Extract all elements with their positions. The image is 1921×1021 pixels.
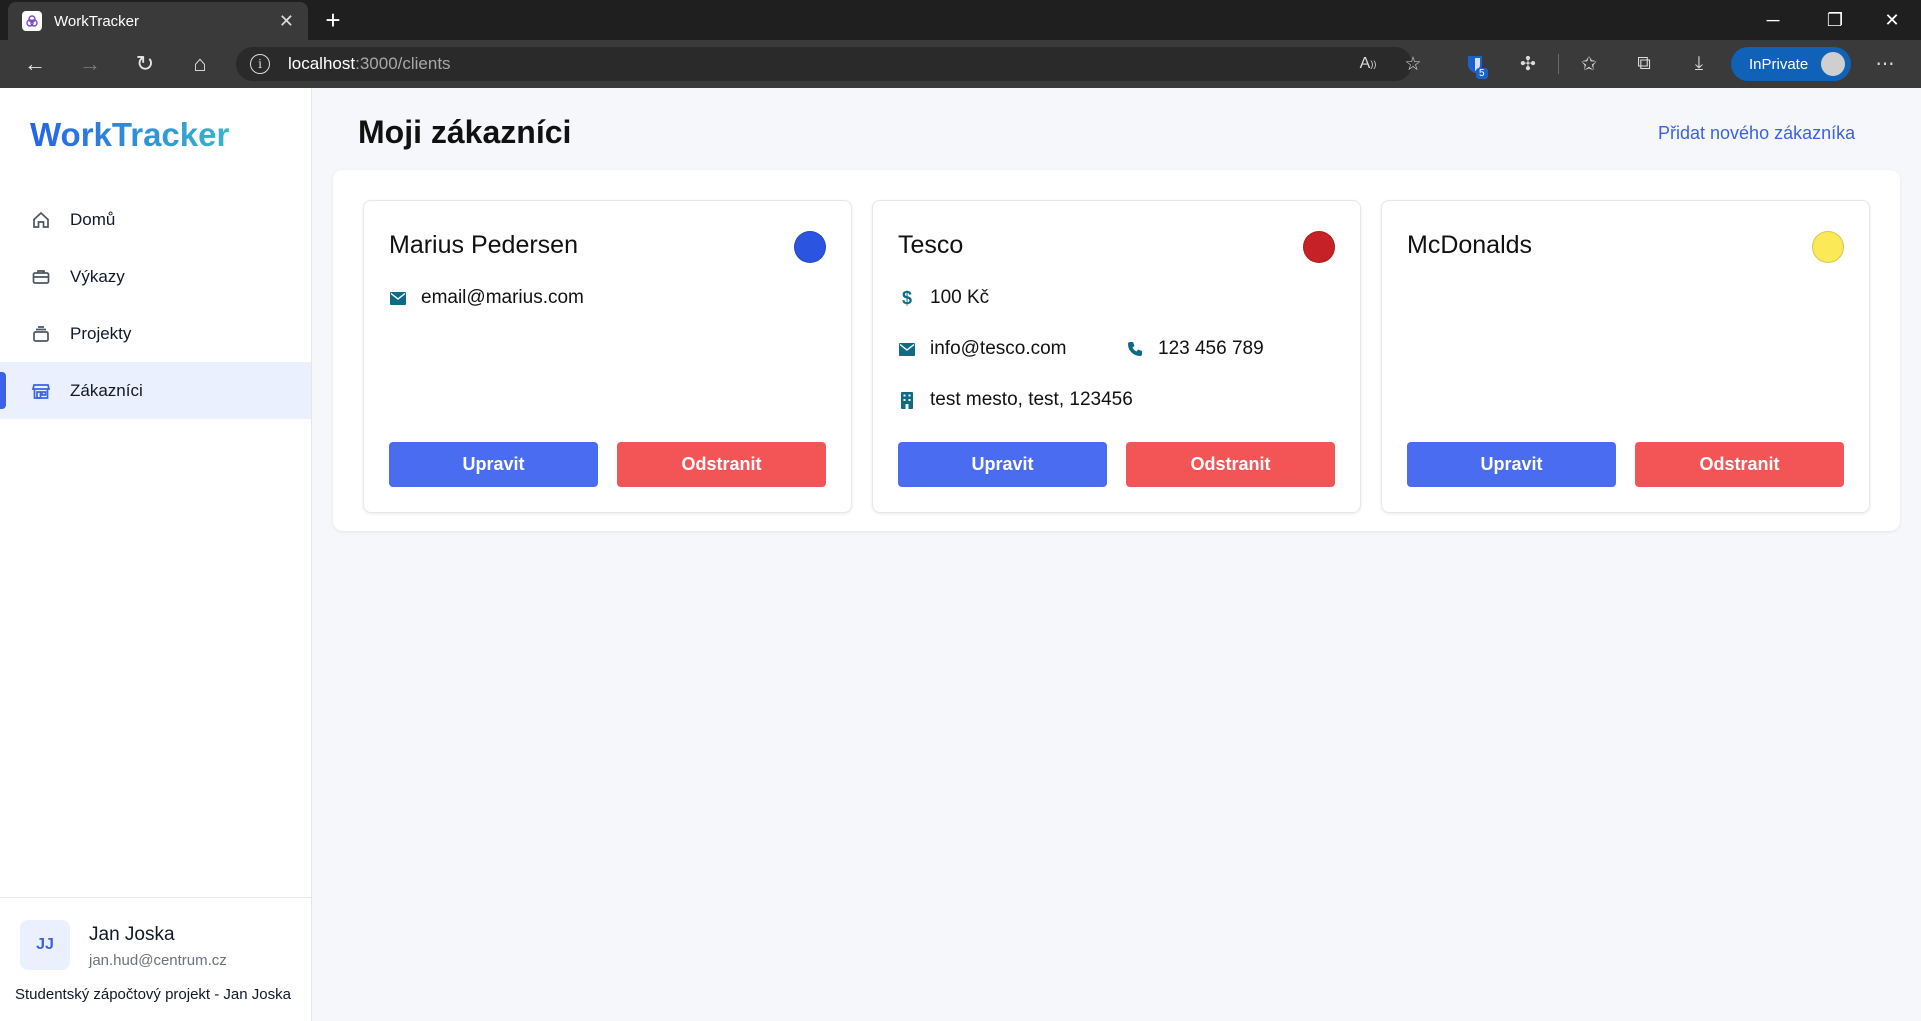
sidebar-item-label: Projekty <box>70 323 132 343</box>
close-window-icon[interactable]: ✕ <box>1864 0 1920 40</box>
briefcase-icon <box>30 266 52 288</box>
forward-icon[interactable]: → <box>72 48 108 80</box>
clients-panel: Marius Pedersen email@marius.com Upravit… <box>333 170 1900 531</box>
user-name: Jan Joska <box>89 924 175 945</box>
tab-close-icon[interactable]: ✕ <box>279 11 294 32</box>
sidebar: WorkTracker Domů Výkazy Projekty Zákazní… <box>0 88 312 1021</box>
client-email-row: email@marius.com <box>389 287 584 309</box>
more-options-icon[interactable]: ⋯ <box>1872 52 1898 76</box>
mail-icon <box>389 289 407 307</box>
client-phone-row: 123 456 789 <box>1126 338 1264 360</box>
app-favicon-icon <box>22 11 42 31</box>
add-client-link[interactable]: Přidat nového zákazníka <box>1658 123 1855 144</box>
client-price-row: $ 100 Kč <box>898 287 989 309</box>
client-card: McDonalds Upravit Odstranit <box>1381 200 1870 513</box>
back-icon[interactable]: ← <box>17 48 53 80</box>
sidebar-nav: Domů Výkazy Projekty Zákazníci <box>0 191 311 419</box>
sidebar-item-label: Výkazy <box>70 266 125 286</box>
edit-button[interactable]: Upravit <box>898 442 1107 487</box>
user-profile[interactable]: JJ Jan Joska jan.hud@centrum.cz <box>0 897 311 970</box>
sidebar-item-projects[interactable]: Projekty <box>0 305 311 362</box>
dollar-icon: $ <box>901 287 912 308</box>
client-email: info@tesco.com <box>930 338 1067 359</box>
page-title: Moji zákazníci <box>358 114 572 150</box>
new-tab-icon[interactable]: + <box>318 6 348 36</box>
home-browser-icon[interactable]: ⌂ <box>182 48 218 80</box>
downloads-icon[interactable]: ⤓ <box>1686 52 1712 76</box>
client-price: 100 Kč <box>930 287 990 308</box>
client-name: McDonalds <box>1407 231 1533 259</box>
favorites-icon[interactable]: ✩ <box>1576 52 1602 76</box>
add-favorite-icon[interactable]: ☆ <box>1400 52 1426 76</box>
sidebar-item-label: Zákazníci <box>70 380 143 400</box>
client-address: test mesto, test, 123456 <box>930 389 1133 410</box>
client-address-row: test mesto, test, 123456 <box>898 389 1133 411</box>
profile-avatar-icon <box>1819 50 1847 78</box>
client-name: Marius Pedersen <box>389 231 578 259</box>
inprivate-button[interactable]: InPrivate <box>1731 47 1851 81</box>
delete-button[interactable]: Odstranit <box>1635 442 1844 487</box>
sidebar-item-reports[interactable]: Výkazy <box>0 248 311 305</box>
app-root: WorkTracker Domů Výkazy Projekty Zákazní… <box>0 88 1921 1021</box>
inprivate-label: InPrivate <box>1749 55 1809 73</box>
stack-icon <box>30 323 52 345</box>
browser-toolbar: ← → ↻ ⌂ i localhost:3000/clients A)) ☆ 5… <box>0 40 1921 88</box>
sidebar-item-clients[interactable]: Zákazníci <box>0 362 311 419</box>
delete-button[interactable]: Odstranit <box>1126 442 1335 487</box>
delete-button[interactable]: Odstranit <box>617 442 826 487</box>
collections-icon[interactable]: ⧉ <box>1631 52 1657 76</box>
extension-badge: 5 <box>1476 68 1488 79</box>
client-card: Tesco $ 100 Kč info@tesco.com 123 456 78… <box>872 200 1361 513</box>
client-name: Tesco <box>898 231 964 259</box>
user-email: jan.hud@centrum.cz <box>89 952 227 969</box>
sidebar-item-label: Domů <box>70 209 116 229</box>
building-icon <box>898 391 916 409</box>
sidebar-item-home[interactable]: Domů <box>0 191 311 248</box>
url-host: localhost <box>288 54 356 73</box>
app-logo[interactable]: WorkTracker <box>30 116 229 154</box>
storefront-icon <box>30 380 52 402</box>
url-path: :3000/clients <box>355 54 451 73</box>
home-icon <box>30 209 52 231</box>
restore-icon[interactable]: ❐ <box>1807 0 1863 40</box>
client-email-row: info@tesco.com <box>898 338 1067 360</box>
mail-icon <box>898 340 916 358</box>
client-color-dot <box>1812 231 1844 263</box>
refresh-icon[interactable]: ↻ <box>127 48 163 80</box>
client-color-dot <box>1303 231 1335 263</box>
client-color-dot <box>794 231 826 263</box>
client-card: Marius Pedersen email@marius.com Upravit… <box>363 200 852 513</box>
phone-icon <box>1126 340 1144 358</box>
minimize-icon[interactable]: ─ <box>1745 0 1801 40</box>
tab-title: WorkTracker <box>54 12 140 30</box>
browser-tab[interactable]: WorkTracker ✕ <box>8 2 308 40</box>
site-info-icon[interactable]: i <box>250 54 270 74</box>
read-aloud-icon[interactable]: A)) <box>1355 52 1381 76</box>
client-email: email@marius.com <box>421 287 584 308</box>
address-bar[interactable]: i localhost:3000/clients <box>236 47 1412 81</box>
footer-note: Studentský zápočtový projekt - Jan Joska <box>15 986 291 1003</box>
avatar: JJ <box>20 920 70 970</box>
edit-button[interactable]: Upravit <box>1407 442 1616 487</box>
client-phone: 123 456 789 <box>1158 338 1264 359</box>
main-content: Moji zákazníci Přidat nového zákazníka M… <box>312 88 1921 1021</box>
edit-button[interactable]: Upravit <box>389 442 598 487</box>
toolbar-separator <box>1558 54 1559 74</box>
browser-titlebar: WorkTracker ✕ + ─ ❐ ✕ <box>0 0 1921 40</box>
extensions-icon[interactable]: ✣ <box>1515 52 1541 76</box>
